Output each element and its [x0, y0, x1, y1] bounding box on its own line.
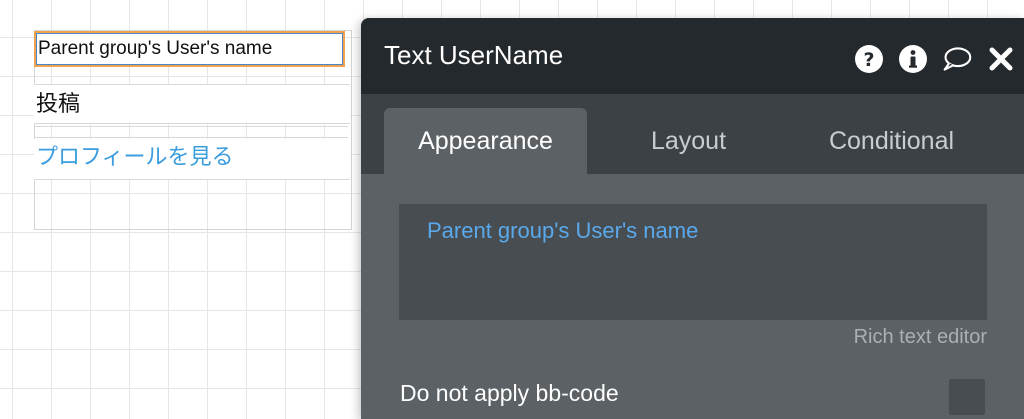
- panel-title: Text UserName: [384, 40, 564, 70]
- tab-appearance[interactable]: Appearance: [384, 108, 587, 174]
- help-icon[interactable]: ?: [854, 44, 884, 74]
- info-icon[interactable]: [898, 44, 928, 74]
- rich-text-editor-link[interactable]: Rich text editor: [854, 326, 987, 349]
- panel-header: Text UserName ?: [361, 18, 1024, 94]
- username-text-element[interactable]: Parent group's User's name: [34, 31, 345, 67]
- property-editor-panel: Text UserName ? Appearance Layout Condit…: [361, 18, 1024, 419]
- close-icon[interactable]: [986, 44, 1016, 74]
- svg-text:?: ?: [863, 49, 874, 71]
- post-text-element[interactable]: 投稿: [34, 84, 350, 124]
- profile-link-element[interactable]: プロフィールを見る: [34, 139, 350, 180]
- tab-bar: Appearance Layout Conditional: [361, 94, 1024, 174]
- tab-conditional[interactable]: Conditional: [790, 108, 993, 174]
- text-content-editor[interactable]: Parent group's User's name: [399, 204, 987, 320]
- tab-layout[interactable]: Layout: [587, 108, 790, 174]
- appearance-tab-content: Parent group's User's name Rich text edi…: [361, 174, 1024, 419]
- comment-icon[interactable]: [942, 44, 972, 74]
- bbcode-checkbox[interactable]: [949, 379, 985, 415]
- bbcode-option-label: Do not apply bb-code: [400, 380, 619, 406]
- divider-element[interactable]: [34, 126, 348, 138]
- header-icon-group: ?: [854, 42, 1016, 76]
